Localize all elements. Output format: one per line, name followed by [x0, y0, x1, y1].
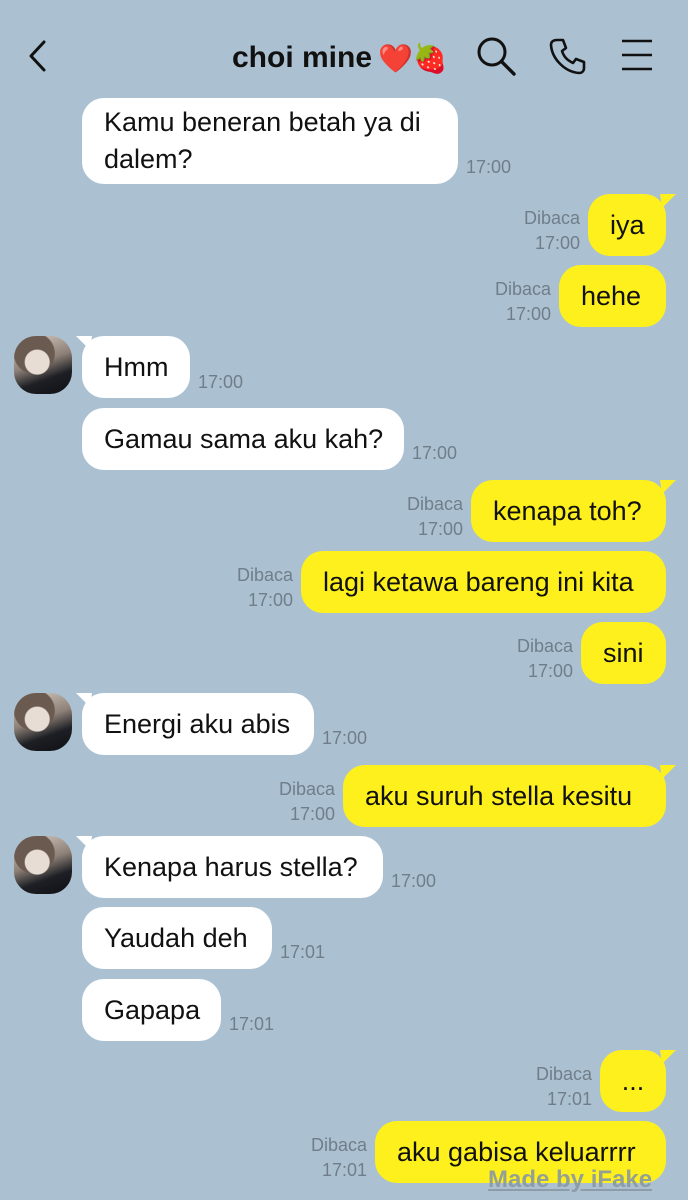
- bubble-tail: [660, 480, 676, 494]
- message-time: 17:01: [546, 1089, 592, 1109]
- outgoing-message-bubble[interactable]: kenapa toh?: [471, 480, 666, 542]
- search-icon[interactable]: [474, 34, 518, 78]
- incoming-message-bubble[interactable]: Hmm: [82, 336, 190, 398]
- message-time: 17:00: [505, 304, 551, 324]
- read-status: Dibaca: [406, 494, 463, 514]
- phone-icon[interactable]: [548, 36, 588, 76]
- back-arrow-icon[interactable]: [22, 36, 54, 76]
- message-text: Hmm: [104, 351, 169, 382]
- contact-avatar[interactable]: [14, 693, 72, 751]
- message-time: 17:01: [229, 1014, 275, 1034]
- outgoing-message-bubble[interactable]: lagi ketawa bareng ini kita: [301, 551, 666, 613]
- bubble-tail: [660, 194, 676, 208]
- watermark-text: Made by iFake: [488, 1166, 653, 1193]
- bubble-tail: [76, 336, 92, 350]
- message-text: Energi aku abis: [104, 708, 291, 739]
- read-status: Dibaca: [494, 279, 551, 299]
- read-status: Dibaca: [310, 1135, 367, 1155]
- message-time: 17:00: [247, 590, 293, 610]
- read-status: Dibaca: [278, 779, 335, 799]
- incoming-message-bubble[interactable]: Energi aku abis: [82, 693, 314, 755]
- message-text: Gapapa: [104, 994, 201, 1025]
- message-time: 17:00: [417, 519, 463, 539]
- message-time: 17:00: [198, 372, 244, 392]
- bubble-tail: [660, 1050, 676, 1064]
- message-time: 17:00: [534, 233, 580, 253]
- chat-title: choi mine ❤️🍓: [232, 36, 448, 80]
- message-text: Kamu beneran betah ya di dalem?: [104, 107, 421, 174]
- message-time: 17:00: [412, 443, 458, 463]
- message-text: hehe: [581, 280, 642, 311]
- incoming-message-bubble[interactable]: Gamau sama aku kah?: [82, 408, 404, 470]
- message-time: 17:01: [321, 1160, 367, 1180]
- bubble-tail: [76, 836, 92, 850]
- contact-avatar[interactable]: [14, 836, 72, 894]
- menu-icon[interactable]: [620, 38, 654, 72]
- contact-avatar[interactable]: [14, 336, 72, 394]
- outgoing-message-bubble[interactable]: ...: [600, 1050, 666, 1112]
- message-time: 17:00: [391, 871, 437, 891]
- message-text: ...: [621, 1065, 645, 1096]
- title-emoji: ❤️🍓: [378, 42, 448, 74]
- message-text: iya: [610, 209, 645, 240]
- read-status: Dibaca: [523, 208, 580, 228]
- message-text: aku suruh stella kesitu: [365, 780, 633, 811]
- contact-name: choi mine: [232, 41, 373, 74]
- incoming-message-bubble[interactable]: Kenapa harus stella?: [82, 836, 383, 898]
- message-text: Yaudah deh: [104, 922, 248, 953]
- outgoing-message-bubble[interactable]: sini: [581, 622, 666, 684]
- message-time: 17:00: [322, 728, 368, 748]
- message-time: 17:00: [466, 157, 512, 177]
- message-time: 17:01: [280, 942, 326, 962]
- message-text: aku gabisa keluarrrr: [397, 1136, 636, 1167]
- bubble-tail: [660, 765, 676, 779]
- message-text: Gamau sama aku kah?: [104, 423, 384, 454]
- read-status: Dibaca: [236, 565, 293, 585]
- read-status: Dibaca: [535, 1064, 592, 1084]
- message-text: kenapa toh?: [493, 495, 642, 526]
- read-status: Dibaca: [516, 636, 573, 656]
- message-text: sini: [603, 637, 644, 668]
- outgoing-message-bubble[interactable]: iya: [588, 194, 666, 256]
- message-text: Kenapa harus stella?: [104, 851, 358, 882]
- message-time: 17:00: [527, 661, 573, 681]
- chat-header: choi mine ❤️🍓: [0, 0, 688, 96]
- message-time: 17:00: [289, 804, 335, 824]
- bubble-tail: [76, 693, 92, 707]
- message-text: lagi ketawa bareng ini kita: [323, 566, 634, 597]
- incoming-message-bubble[interactable]: Yaudah deh: [82, 907, 272, 969]
- incoming-message-bubble[interactable]: Gapapa: [82, 979, 221, 1041]
- outgoing-message-bubble[interactable]: hehe: [559, 265, 666, 327]
- incoming-message-bubble[interactable]: Kamu beneran betah ya di dalem?: [82, 98, 458, 184]
- outgoing-message-bubble[interactable]: aku suruh stella kesitu: [343, 765, 666, 827]
